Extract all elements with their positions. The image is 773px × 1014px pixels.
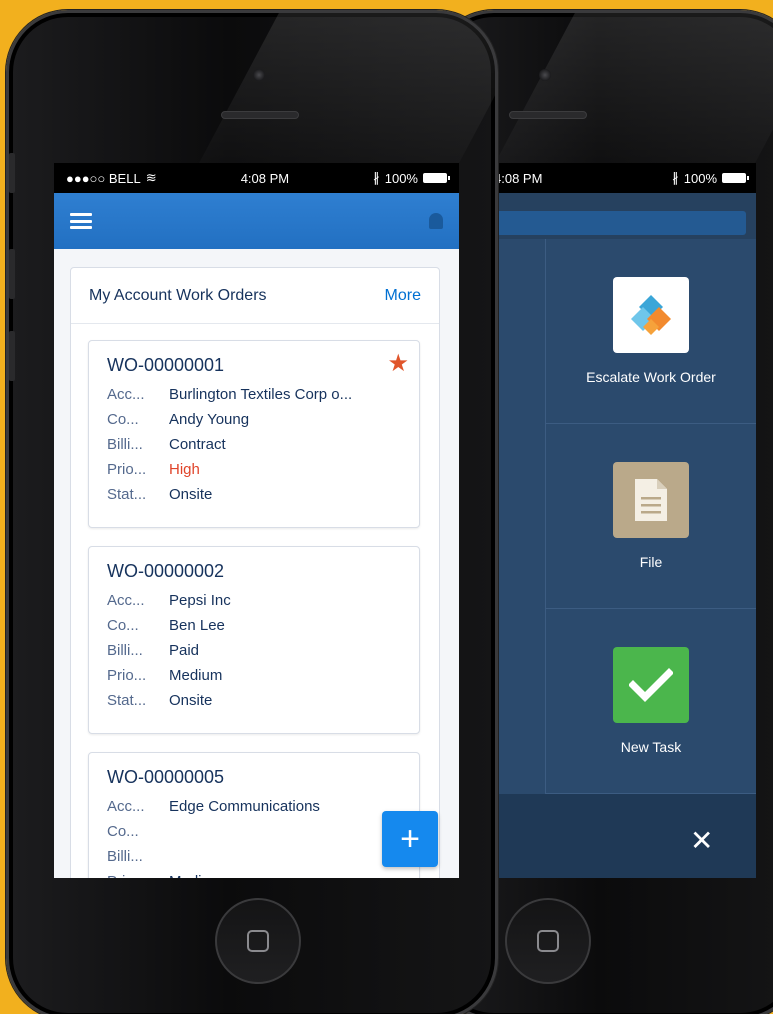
camera-icon (539, 69, 551, 81)
work-order-id: WO-00000002 (107, 561, 225, 581)
wifi-icon: ≋ (145, 170, 157, 185)
field-value: Medium (169, 667, 223, 684)
field-label: Prio... (107, 461, 147, 478)
field-value: Burlington Textiles Corp o... (169, 386, 353, 403)
field-value: Onsite (169, 692, 213, 709)
bluetooth-icon: ∦ (373, 170, 380, 185)
field-value: Contract (169, 436, 226, 453)
field-label: Acc... (107, 798, 145, 815)
field-label: Acc... (107, 386, 145, 403)
field-row: Acc... Pepsi Inc (107, 588, 403, 613)
navbar-peek (490, 211, 746, 235)
field-row: Co... Andy Young (107, 407, 403, 432)
priority-value: High (169, 461, 200, 478)
mute-switch (9, 153, 15, 193)
action-menu: Escalate Work Order File New Task ✕ (490, 239, 756, 878)
field-label: Billi... (107, 642, 143, 659)
action-new-task[interactable]: New Task (546, 609, 756, 794)
volume-down-button (9, 331, 15, 381)
volume-up-button (9, 249, 15, 299)
field-row: Prio... Medium (107, 869, 403, 878)
star-icon[interactable]: ★ (387, 349, 409, 378)
home-button[interactable] (505, 898, 591, 984)
close-bar: ✕ (490, 794, 756, 878)
close-icon[interactable]: ✕ (690, 824, 713, 857)
add-button[interactable]: + (382, 811, 438, 867)
field-row: Co... (107, 819, 403, 844)
hamburger-menu-icon[interactable] (70, 213, 92, 229)
field-label: Billi... (107, 848, 143, 865)
field-row: Acc... Edge Communications (107, 794, 403, 819)
field-value: Onsite (169, 486, 213, 503)
action-escalate-work-order[interactable]: Escalate Work Order (546, 239, 756, 424)
left-phone: ●●●○○ BELL ≋ 4:08 PM ∦ 100% My Account W… (6, 10, 498, 1014)
field-value: Andy Young (169, 411, 250, 428)
field-value: Paid (169, 642, 200, 659)
screen-glare (495, 13, 773, 163)
notifications-bell-icon[interactable] (429, 213, 443, 229)
field-row: Prio... High (107, 457, 403, 482)
work-orders-card: My Account Work Orders More ★ WO-0000000… (70, 267, 440, 878)
file-icon (613, 462, 689, 538)
more-link[interactable]: More (385, 287, 421, 305)
work-order-id: WO-00000001 (107, 355, 225, 375)
field-label: Prio... (107, 869, 169, 878)
field-value: Edge Communications (169, 798, 320, 815)
camera-icon (253, 69, 265, 81)
carrier-signal: ●●●○○ BELL (66, 170, 141, 186)
field-value: Pepsi Inc (169, 592, 231, 609)
work-order-card[interactable]: WO-00000005 Acc... Edge Communications C… (88, 752, 420, 878)
field-label: Stat... (107, 692, 147, 709)
work-order-card[interactable]: ★ WO-00000001 Acc... Burlington Textiles… (88, 340, 420, 528)
status-bar: 4:08 PM ∦ 100% (490, 163, 756, 193)
app-header (54, 193, 459, 249)
field-row: Prio... Medium (107, 663, 403, 688)
right-screen: 4:08 PM ∦ 100% Escalate Work Order File … (490, 163, 756, 878)
left-screen: ●●●○○ BELL ≋ 4:08 PM ∦ 100% My Account W… (54, 163, 459, 878)
field-row: Billi... (107, 844, 403, 869)
battery-icon (722, 173, 749, 183)
screen-glare (199, 13, 495, 163)
action-label: New Task (620, 739, 682, 755)
card-header: My Account Work Orders More (71, 268, 439, 324)
home-square-icon (537, 930, 559, 952)
field-label: Co... (107, 823, 139, 840)
battery-percent: 100% (384, 170, 418, 186)
status-time: 4:08 PM (240, 170, 290, 186)
speaker-grille (221, 111, 299, 119)
field-row: Acc... Burlington Textiles Corp o... (107, 382, 403, 407)
field-row: Stat... Onsite (107, 688, 403, 713)
field-row: Billi... Paid (107, 638, 403, 663)
bluetooth-icon: ∦ (672, 170, 679, 185)
action-label: Escalate Work Order (586, 369, 716, 385)
field-value: Ben Lee (169, 617, 225, 634)
battery-percent: 100% (683, 170, 717, 186)
field-row: Co... Ben Lee (107, 613, 403, 638)
card-title: My Account Work Orders (89, 286, 267, 304)
battery-icon (422, 173, 450, 183)
escalate-icon (613, 277, 689, 353)
work-order-id: WO-00000005 (107, 767, 225, 787)
action-file[interactable]: File (546, 424, 756, 609)
field-label: Acc... (107, 592, 145, 609)
home-button[interactable] (215, 898, 301, 984)
field-row: Stat... Onsite (107, 482, 403, 507)
field-label: Stat... (107, 486, 147, 503)
field-label: Co... (107, 617, 139, 634)
action-label: File (639, 554, 663, 570)
work-order-card[interactable]: WO-00000002 Acc... Pepsi Inc Co... Ben L… (88, 546, 420, 734)
home-square-icon (247, 930, 269, 952)
field-label: Prio... (107, 667, 147, 684)
speaker-grille (509, 111, 587, 119)
status-time: 4:08 PM (494, 170, 543, 186)
field-label: Billi... (107, 436, 143, 453)
field-row: Billi... Contract (107, 432, 403, 457)
field-label: Co... (107, 411, 139, 428)
status-bar: ●●●○○ BELL ≋ 4:08 PM ∦ 100% (54, 163, 459, 193)
field-value: Medium (169, 869, 222, 878)
checkmark-icon (613, 647, 689, 723)
